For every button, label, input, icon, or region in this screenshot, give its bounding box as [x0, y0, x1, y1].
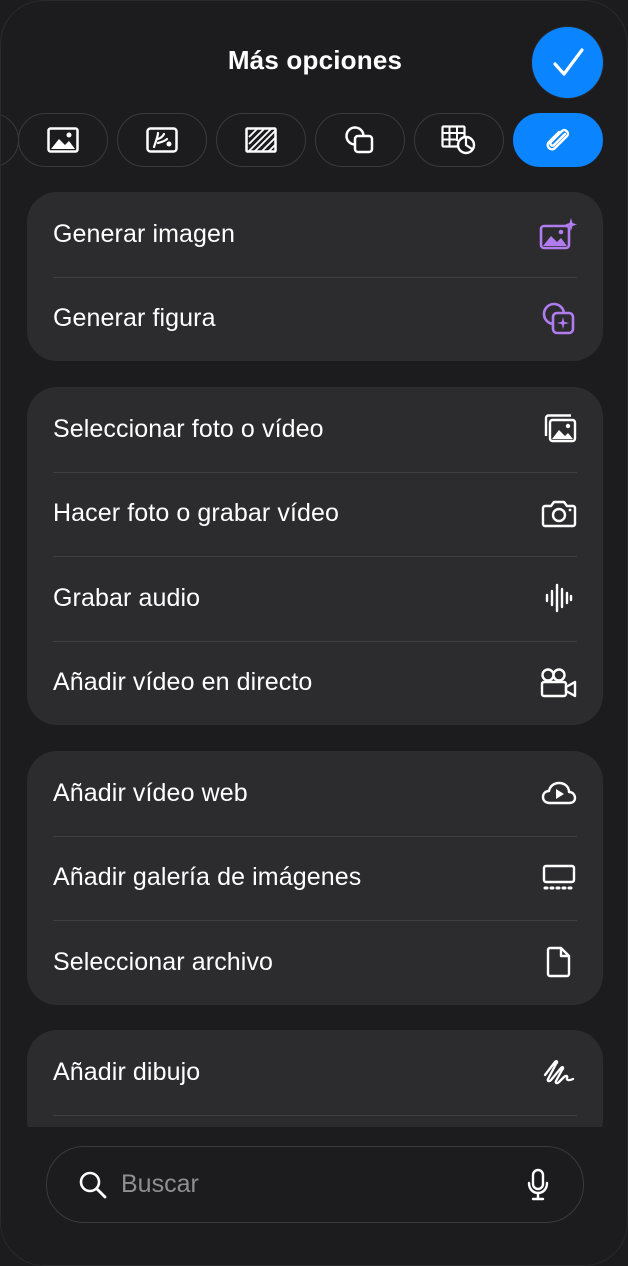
tab-attachments[interactable] — [513, 113, 603, 167]
scribble-icon — [539, 1052, 579, 1092]
paperclip-icon — [546, 128, 570, 151]
image-icon — [47, 127, 79, 153]
record-audio-item[interactable]: Grabar audio — [27, 556, 603, 641]
photos-icon — [539, 409, 579, 449]
image-sparkle-icon — [539, 214, 579, 254]
list-item-label: Generar figura — [53, 304, 216, 333]
list-item-label: Añadir galería de imágenes — [53, 863, 362, 892]
camera-icon — [539, 494, 579, 534]
generate-group: Generar imagen Generar figura — [27, 192, 603, 361]
search-bar — [46, 1146, 584, 1223]
cloud-play-icon — [539, 773, 579, 813]
tab-media[interactable] — [117, 113, 207, 167]
tab-image[interactable] — [18, 113, 108, 167]
hatched-rectangle-icon — [245, 127, 277, 153]
media-sticker-icon — [146, 127, 178, 153]
add-live-video-item[interactable]: Añadir vídeo en directo — [27, 640, 603, 726]
select-photo-video-item[interactable]: Seleccionar foto o vídeo — [27, 387, 603, 472]
list-item-label: Seleccionar archivo — [53, 947, 274, 976]
tab-shape-fill[interactable] — [216, 113, 306, 167]
document-icon — [539, 942, 579, 982]
tab-shapes[interactable] — [315, 113, 405, 167]
tab-table-chart[interactable] — [414, 113, 504, 167]
gallery-icon — [539, 858, 579, 898]
insert-category-tabs — [1, 113, 627, 167]
tab-partial[interactable] — [1, 113, 19, 167]
web-file-group: Añadir vídeo web Añadir galería de imáge… — [27, 751, 603, 1005]
shapes-icon — [345, 126, 374, 154]
list-item-label: Añadir vídeo web — [53, 778, 248, 807]
select-file-item[interactable]: Seleccionar archivo — [27, 920, 603, 1005]
list-item-label: Seleccionar foto o vídeo — [53, 414, 324, 443]
shape-sparkle-icon — [539, 299, 579, 339]
list-item-label: Añadir vídeo en directo — [53, 668, 313, 697]
microphone-icon[interactable] — [523, 1167, 553, 1203]
add-web-video-item[interactable]: Añadir vídeo web — [27, 751, 603, 836]
waveform-icon — [539, 578, 579, 618]
more-options-sheet: Más opciones Generar imagen Generar figu… — [0, 0, 628, 1266]
generate-image-item[interactable]: Generar imagen — [27, 192, 603, 277]
list-item-label: Hacer foto o grabar vídeo — [53, 499, 339, 528]
media-group: Seleccionar foto o vídeo Hacer foto o gr… — [27, 387, 603, 725]
sheet-header: Más opciones — [1, 1, 627, 111]
list-item-label: Añadir dibujo — [53, 1057, 201, 1086]
take-photo-record-item[interactable]: Hacer foto o grabar vídeo — [27, 471, 603, 557]
generate-shape-item[interactable]: Generar figura — [27, 276, 603, 362]
add-drawing-item[interactable]: Añadir dibujo — [27, 1030, 603, 1115]
done-button[interactable] — [532, 27, 603, 98]
search-input[interactable] — [121, 1170, 523, 1199]
video-camera-icon — [539, 663, 579, 703]
list-item-label: Grabar audio — [53, 583, 201, 612]
table-chart-icon — [441, 125, 476, 155]
search-icon — [77, 1169, 109, 1201]
add-image-gallery-item[interactable]: Añadir galería de imágenes — [27, 835, 603, 921]
list-item-label: Generar imagen — [53, 219, 236, 248]
checkmark-icon — [552, 47, 584, 76]
